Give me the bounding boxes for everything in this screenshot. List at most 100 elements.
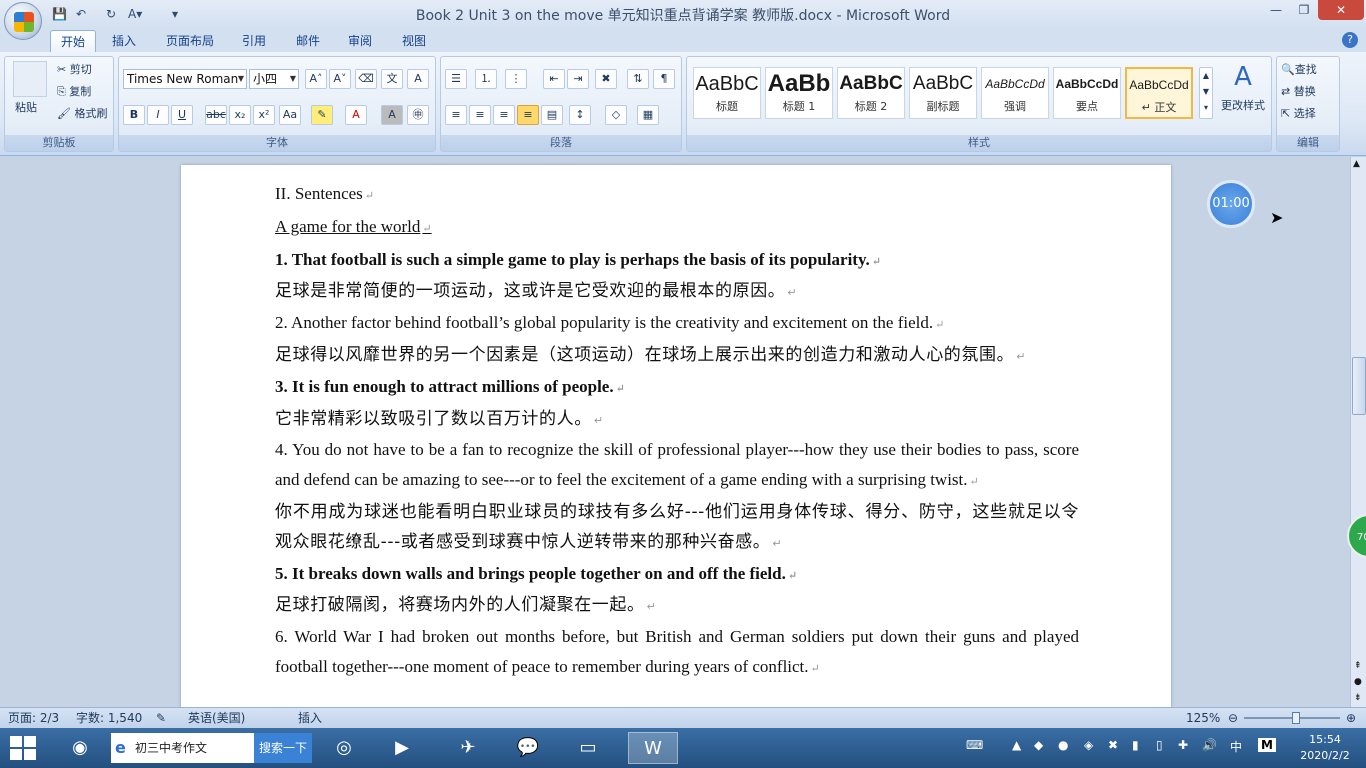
style-emphasis[interactable]: AaBbCcDd 强调	[981, 67, 1049, 119]
grow-font-icon[interactable]: A˄	[305, 69, 327, 89]
paragraph[interactable]: 足球打破隔阂，将赛场内外的人们凝聚在一起。 ↵	[275, 591, 1079, 622]
tab-references[interactable]: 引用	[232, 30, 276, 52]
scroll-thumb[interactable]	[1352, 357, 1366, 415]
clock[interactable]: 15:54 2020/2/2	[1290, 732, 1360, 764]
style-normal[interactable]: AaBbCcDd ↵ 正文	[1125, 67, 1193, 119]
vertical-scrollbar[interactable]: ▲ ⇞ ● ⇟	[1350, 157, 1366, 707]
browser-icon[interactable]: ◎	[322, 732, 366, 764]
styles-scroll-icon[interactable]: ▲ ▼ ▾	[1199, 67, 1213, 119]
style-heading-2[interactable]: AaBbC 标题 2	[837, 67, 905, 119]
tab-review[interactable]: 审阅	[338, 30, 382, 52]
paste-icon[interactable]	[13, 61, 47, 97]
wechat-icon[interactable]: 💬	[506, 732, 550, 764]
highlight-icon[interactable]: ✎	[311, 105, 333, 125]
numbering-icon[interactable]: ⒈	[475, 69, 497, 89]
insert-mode[interactable]: 插入	[298, 710, 322, 726]
tray-expand-icon[interactable]: ▲	[1012, 738, 1021, 752]
superscript-icon[interactable]: x²	[253, 105, 275, 125]
word-count[interactable]: 字数: 1,540	[76, 710, 142, 726]
scroll-up-icon[interactable]: ▲	[1353, 159, 1360, 169]
search-button[interactable]: 搜索一下	[254, 733, 312, 763]
document-page[interactable]: II. Sentences ↵ A game for the world ↵ 1. …	[181, 165, 1171, 707]
borders-icon[interactable]: ▦	[637, 105, 659, 125]
paragraph[interactable]: 1. That football is such a simple game t…	[275, 245, 1079, 278]
volume-icon[interactable]: 🔊	[1202, 738, 1217, 752]
italic-icon[interactable]: I	[147, 105, 169, 125]
cut-button[interactable]: ✂ 剪切	[57, 61, 92, 79]
document-area[interactable]: II. Sentences ↵ A game for the world ↵ 1. …	[0, 157, 1350, 707]
close-button[interactable]: ✕	[1318, 0, 1364, 20]
zoom-slider-knob[interactable]	[1292, 712, 1300, 724]
copy-button[interactable]: ⎘ 复制	[57, 83, 91, 101]
proofing-icon[interactable]: ✎	[156, 710, 166, 726]
restore-button[interactable]: ❐	[1290, 0, 1318, 20]
font-size-combo[interactable]: 小四 ▼	[249, 69, 299, 89]
document-body[interactable]: II. Sentences ↵ A game for the world ↵ 1. …	[275, 179, 1079, 685]
phonetic-guide-icon[interactable]: 文	[381, 69, 403, 89]
media-player-icon[interactable]: ▶	[380, 732, 424, 764]
prev-page-icon[interactable]: ⇞	[1354, 661, 1362, 671]
tab-home[interactable]: 开始	[50, 30, 97, 52]
paragraph[interactable]: 足球是非常简便的一项运动，这或许是它受欢迎的最根本的原因。 ↵	[275, 277, 1079, 308]
align-right-icon[interactable]: ≡	[493, 105, 515, 125]
keyboard-icon[interactable]: ⌨	[966, 738, 983, 752]
tab-page-layout[interactable]: 页面布局	[156, 30, 224, 52]
office-button[interactable]	[4, 2, 42, 40]
paragraph[interactable]: 3. It is fun enough to attract millions …	[275, 372, 1079, 405]
align-center-icon[interactable]: ≡	[469, 105, 491, 125]
word-task-icon[interactable]: W	[628, 732, 678, 764]
timer-widget[interactable]: 01:00	[1207, 180, 1255, 228]
char-border-icon[interactable]: A	[407, 69, 429, 89]
tray-app-icon[interactable]: ▯	[1156, 738, 1163, 752]
paragraph[interactable]: 你不用成为球迷也能看明白职业球员的球技有多么好---他们运用身体传球、得分、防守…	[275, 498, 1079, 559]
paragraph[interactable]: 2. Another factor behind football’s glob…	[275, 308, 1079, 341]
subscript-icon[interactable]: x₂	[229, 105, 251, 125]
browser-search-input[interactable]: e 初三中考作文	[111, 733, 254, 763]
enclose-char-icon[interactable]: ㊥	[407, 105, 429, 125]
select-button[interactable]: ⇱ 选择	[1281, 105, 1316, 123]
chinese-layout-icon[interactable]: ✖	[595, 69, 617, 89]
change-styles-button[interactable]: 更改样式	[1217, 97, 1269, 115]
strikethrough-icon[interactable]: abc	[205, 105, 227, 125]
shading-icon[interactable]: ◇	[605, 105, 627, 125]
paragraph[interactable]: 6. World War I had broken out months bef…	[275, 622, 1079, 685]
tab-mailings[interactable]: 邮件	[286, 30, 330, 52]
drive-icon[interactable]: ▭	[566, 732, 610, 764]
style-heading-1[interactable]: AaBb 标题 1	[765, 67, 833, 119]
ime-language[interactable]: 中	[1230, 738, 1242, 755]
zoom-out-icon[interactable]: ⊖	[1228, 710, 1238, 726]
align-left-icon[interactable]: ≡	[445, 105, 467, 125]
change-case-icon[interactable]: Aa	[279, 105, 301, 125]
tray-app-icon[interactable]: ◆	[1034, 738, 1043, 752]
replace-button[interactable]: ⇄ 替换	[1281, 83, 1316, 101]
paragraph[interactable]: 5. It breaks down walls and brings peopl…	[275, 559, 1079, 592]
tray-app-icon[interactable]: ✚	[1178, 738, 1188, 752]
browse-object-icon[interactable]: ●	[1354, 677, 1362, 687]
paragraph[interactable]: 它非常精彩以致吸引了数以百万计的人。 ↵	[275, 405, 1079, 436]
tray-app-icon[interactable]: ◈	[1084, 738, 1093, 752]
bold-icon[interactable]: B	[123, 105, 145, 125]
paragraph[interactable]: II. Sentences ↵	[275, 179, 1079, 212]
underline-icon[interactable]: U	[171, 105, 193, 125]
paste-button[interactable]: 粘贴	[15, 99, 37, 117]
next-page-icon[interactable]: ⇟	[1354, 693, 1362, 703]
style-title[interactable]: AaBbC 标题	[693, 67, 761, 119]
ime-mode[interactable]: M	[1258, 738, 1276, 752]
shrink-font-icon[interactable]: A˅	[329, 69, 351, 89]
paragraph[interactable]: 4. You do not have to be a fan to recogn…	[275, 435, 1079, 498]
find-button[interactable]: 🔍查找	[1281, 61, 1317, 79]
tray-app-icon[interactable]: ▮	[1132, 738, 1139, 752]
distributed-icon[interactable]: ▤	[541, 105, 563, 125]
language-indicator[interactable]: 英语(美国)	[188, 710, 245, 726]
font-color-icon[interactable]: A	[345, 105, 367, 125]
zoom-in-icon[interactable]: ⊕	[1346, 710, 1356, 726]
help-icon[interactable]: ?	[1342, 32, 1358, 48]
char-shading-icon[interactable]: A	[381, 105, 403, 125]
paragraph[interactable]: A game for the world ↵	[275, 212, 1079, 245]
bullets-icon[interactable]: ☰	[445, 69, 467, 89]
multilevel-list-icon[interactable]: ⋮	[505, 69, 527, 89]
font-name-combo[interactable]: Times New Roman ▼	[123, 69, 247, 89]
tab-view[interactable]: 视图	[392, 30, 436, 52]
tray-app-icon[interactable]: ✖	[1108, 738, 1118, 752]
windows-start-icon[interactable]	[10, 736, 36, 760]
